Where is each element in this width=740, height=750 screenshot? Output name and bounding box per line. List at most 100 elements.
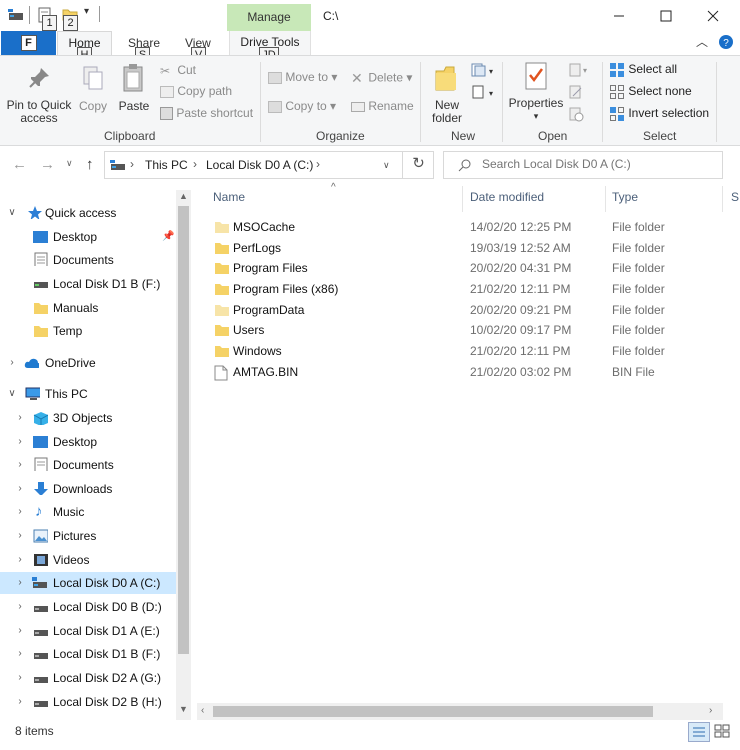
copy-button[interactable]: Copy bbox=[76, 66, 110, 113]
nav-item-local-disk-f-pc[interactable]: › Local Disk D1 B (F:) bbox=[0, 643, 176, 665]
nav-item-music[interactable]: › ♪ Music bbox=[0, 501, 176, 523]
details-view-button[interactable] bbox=[688, 722, 710, 742]
maximize-button[interactable] bbox=[643, 3, 689, 29]
select-all-button[interactable]: Select all bbox=[609, 62, 677, 78]
nav-item-local-disk-h[interactable]: › Local Disk D2 B (H:) bbox=[0, 691, 176, 713]
expand-chevron-icon[interactable]: › bbox=[6, 352, 18, 374]
file-list-horizontal-scrollbar[interactable]: ‹ › bbox=[197, 703, 723, 720]
expand-chevron-icon[interactable]: › bbox=[14, 501, 26, 523]
expand-chevron-icon[interactable]: › bbox=[14, 478, 26, 500]
refresh-button[interactable]: ↻ bbox=[402, 151, 434, 179]
nav-item-quick-access[interactable]: ∨ Quick access bbox=[0, 202, 176, 224]
paste-button[interactable]: Paste bbox=[117, 63, 151, 113]
expand-chevron-icon[interactable]: › bbox=[14, 596, 26, 618]
edit-icon[interactable] bbox=[568, 84, 584, 100]
pin-icon[interactable]: 📌 bbox=[162, 226, 174, 248]
column-separator[interactable] bbox=[722, 186, 723, 212]
scroll-right-icon[interactable]: › bbox=[709, 705, 712, 716]
expand-chevron-icon[interactable]: › bbox=[14, 525, 26, 547]
nav-item-pictures[interactable]: › Pictures bbox=[0, 525, 176, 547]
nav-item-local-disk-d[interactable]: › Local Disk D0 B (D:) bbox=[0, 596, 176, 618]
select-none-button[interactable]: Select none bbox=[609, 84, 692, 100]
nav-item-desktop[interactable]: Desktop 📌 bbox=[0, 226, 176, 248]
column-header-date-modified[interactable]: Date modified bbox=[470, 190, 544, 210]
nav-item-onedrive[interactable]: › OneDrive bbox=[0, 352, 176, 374]
breadcrumb-chevron-icon[interactable]: › bbox=[130, 157, 134, 171]
expand-chevron-icon[interactable]: › bbox=[14, 667, 26, 689]
delete-button[interactable]: ✕ Delete ▾ bbox=[351, 70, 412, 87]
rename-button[interactable]: Rename bbox=[351, 99, 414, 113]
list-item[interactable]: Users 10/02/20 09:17 PM File folder bbox=[200, 320, 730, 341]
column-header-name[interactable]: Name bbox=[213, 190, 245, 210]
column-header-size[interactable]: S bbox=[731, 190, 739, 210]
copy-to-button[interactable]: Copy to ▾ bbox=[268, 99, 336, 113]
list-item[interactable]: PerfLogs 19/03/19 12:52 AM File folder bbox=[200, 238, 730, 259]
scrollbar-thumb[interactable] bbox=[213, 706, 653, 717]
nav-item-local-disk-e[interactable]: › Local Disk D1 A (E:) bbox=[0, 620, 176, 642]
large-icons-view-button[interactable] bbox=[712, 722, 734, 742]
list-item[interactable]: Program Files (x86) 21/02/20 12:11 PM Fi… bbox=[200, 279, 730, 300]
cut-button[interactable]: ✂ Cut bbox=[160, 63, 196, 78]
expand-chevron-icon[interactable]: › bbox=[14, 691, 26, 713]
close-button[interactable] bbox=[690, 3, 736, 29]
nav-item-this-pc[interactable]: ∨ This PC bbox=[0, 383, 176, 405]
breadcrumb-local-disk[interactable]: Local Disk D0 A (C:) bbox=[206, 158, 313, 172]
search-box[interactable] bbox=[443, 151, 723, 179]
customize-qat-icon[interactable]: ▾ bbox=[84, 6, 89, 17]
nav-item-temp[interactable]: Temp bbox=[0, 320, 176, 342]
list-item[interactable]: ProgramData 20/02/20 09:21 PM File folde… bbox=[200, 300, 730, 321]
expand-chevron-icon[interactable]: ∨ bbox=[6, 383, 18, 405]
scroll-up-icon[interactable]: ▲ bbox=[179, 191, 188, 201]
open-icon[interactable]: ▾ bbox=[568, 62, 590, 78]
expand-chevron-icon[interactable]: › bbox=[14, 549, 26, 571]
list-item[interactable]: Program Files 20/02/20 04:31 PM File fol… bbox=[200, 258, 730, 279]
pin-to-quick-access-button[interactable]: Pin to Quick access bbox=[6, 66, 72, 125]
search-input[interactable] bbox=[482, 157, 712, 171]
expand-chevron-icon[interactable]: › bbox=[14, 572, 26, 594]
scrollbar-thumb[interactable] bbox=[178, 206, 189, 654]
expand-chevron-icon[interactable]: › bbox=[14, 643, 26, 665]
recent-locations-icon[interactable]: ∨ bbox=[66, 158, 73, 169]
address-bar[interactable]: › This PC › Local Disk D0 A (C:) › ∨ bbox=[104, 151, 434, 179]
breadcrumb-this-pc[interactable]: This PC bbox=[145, 158, 188, 172]
breadcrumb-chevron-icon[interactable]: › bbox=[193, 157, 197, 171]
list-item[interactable]: AMTAG.BIN 21/02/20 03:02 PM BIN File bbox=[200, 362, 730, 383]
move-to-button[interactable]: Move to ▾ bbox=[268, 70, 337, 84]
list-item[interactable]: MSOCache 14/02/20 12:25 PM File folder bbox=[200, 217, 730, 238]
expand-chevron-icon[interactable]: › bbox=[14, 407, 26, 429]
nav-item-local-disk-c[interactable]: › Local Disk D0 A (C:) bbox=[0, 572, 176, 594]
collapse-ribbon-icon[interactable]: ︿ bbox=[696, 33, 708, 50]
expand-chevron-icon[interactable]: ∨ bbox=[6, 202, 18, 224]
nav-item-downloads[interactable]: › Downloads bbox=[0, 478, 176, 500]
column-separator[interactable] bbox=[462, 186, 463, 212]
list-item[interactable]: Windows 21/02/20 12:11 PM File folder bbox=[200, 341, 730, 362]
nav-item-documents-pc[interactable]: › Documents bbox=[0, 454, 176, 476]
nav-item-local-disk-f[interactable]: Local Disk D1 B (F:) bbox=[0, 273, 176, 295]
new-item-button[interactable]: ▾ bbox=[470, 62, 494, 81]
nav-item-documents[interactable]: Documents bbox=[0, 249, 176, 271]
properties-button[interactable]: Properties ▾ bbox=[508, 62, 564, 123]
tab-file[interactable]: F bbox=[1, 31, 56, 55]
column-separator[interactable] bbox=[605, 186, 606, 212]
nav-item-desktop-pc[interactable]: › Desktop bbox=[0, 431, 176, 453]
nav-item-videos[interactable]: › Videos bbox=[0, 549, 176, 571]
paste-shortcut-button[interactable]: Paste shortcut bbox=[160, 106, 253, 121]
nav-item-local-disk-g[interactable]: › Local Disk D2 A (G:) bbox=[0, 667, 176, 689]
forward-arrow-icon[interactable]: → bbox=[40, 156, 55, 173]
address-dropdown-icon[interactable]: ∨ bbox=[383, 160, 390, 171]
up-arrow-icon[interactable]: ↑ bbox=[86, 156, 94, 173]
new-folder-button[interactable]: New folder bbox=[428, 63, 466, 125]
copy-path-button[interactable]: Copy path bbox=[160, 84, 232, 98]
easy-access-button[interactable]: ▾ bbox=[470, 84, 494, 103]
nav-item-3d-objects[interactable]: › 3D Objects bbox=[0, 407, 176, 429]
expand-chevron-icon[interactable]: › bbox=[14, 431, 26, 453]
history-icon[interactable] bbox=[568, 106, 584, 122]
minimize-button[interactable] bbox=[596, 3, 642, 29]
scroll-down-icon[interactable]: ▼ bbox=[179, 704, 188, 714]
scroll-left-icon[interactable]: ‹ bbox=[201, 705, 204, 716]
nav-pane-scrollbar[interactable]: ▲ ▼ bbox=[176, 190, 191, 720]
column-header-type[interactable]: Type bbox=[612, 190, 638, 210]
tab-manage[interactable]: Manage bbox=[227, 4, 311, 31]
help-icon[interactable]: ? bbox=[718, 34, 734, 50]
back-arrow-icon[interactable]: ← bbox=[12, 156, 27, 173]
